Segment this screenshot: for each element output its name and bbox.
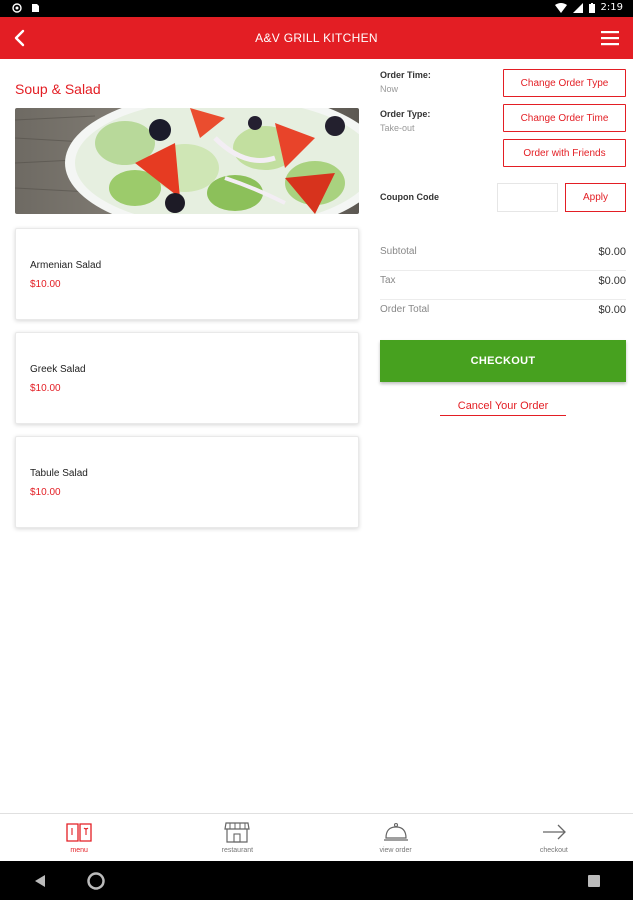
nav-label-view-order: view order [379,847,412,854]
change-order-time-button[interactable]: Change Order Time [503,104,626,132]
menu-item-name: Armenian Salad [30,260,102,271]
nav-item-checkout[interactable]: checkout [475,814,633,861]
menu-item-price: $10.00 [30,279,61,290]
wifi-icon [554,2,567,13]
order-total-row: Order Total $0.00 [380,300,626,329]
cancel-order-link[interactable]: Cancel Your Order [440,400,566,416]
category-image [15,108,359,214]
notification-icon [12,3,22,13]
system-navigation-bar [0,861,633,900]
order-with-friends-button[interactable]: Order with Friends [503,139,626,167]
menu-button[interactable] [597,25,623,51]
apply-coupon-button[interactable]: Apply [565,183,626,212]
storefront-icon [224,822,251,843]
system-back-button[interactable] [28,869,52,893]
subtotal-row: Subtotal $0.00 [380,242,626,271]
menu-item-card[interactable]: Greek Salad $10.00 [15,332,359,424]
system-recents-button[interactable] [582,869,606,893]
nav-item-menu[interactable]: menu [0,814,158,861]
nav-label-checkout: checkout [539,847,568,854]
arrow-right-icon [542,824,566,840]
nav-label-menu: menu [70,847,88,854]
hamburger-icon [601,31,619,46]
order-total-label: Order Total [380,304,430,315]
tax-label: Tax [380,275,396,286]
checkout-button[interactable]: CHECKOUT [380,340,626,382]
nav-item-restaurant[interactable]: restaurant [158,814,316,861]
menu-item-price: $10.00 [30,383,61,394]
menu-book-icon [66,823,92,842]
square-recents-icon [588,875,600,887]
change-order-type-button[interactable]: Change Order Type [503,69,626,97]
order-type-value: Take-out [380,123,415,133]
order-total-value: $0.00 [598,304,626,316]
menu-item-name: Greek Salad [30,364,86,375]
menu-item-card[interactable]: Tabule Salad $10.00 [15,436,359,528]
order-type-label: Order Type: [380,109,431,119]
tax-row: Tax $0.00 [380,271,626,300]
bottom-navigation: menu restaurant view order checkout [0,813,633,861]
subtotal-value: $0.00 [598,246,626,258]
sd-card-icon [32,4,39,12]
subtotal-label: Subtotal [380,246,417,257]
signal-icon [572,2,583,13]
order-time-label: Order Time: [380,70,431,80]
battery-icon [588,2,595,13]
coupon-code-label: Coupon Code [380,192,439,202]
app-bar: A&V GRILL KITCHEN [0,17,633,59]
triangle-back-icon [35,875,45,887]
nav-label-restaurant: restaurant [221,847,254,854]
menu-item-card[interactable]: Armenian Salad $10.00 [15,228,359,320]
status-time: 2:19 [600,2,623,13]
order-time-value: Now [380,84,399,94]
system-home-button[interactable] [84,869,108,893]
circle-home-icon [87,872,105,890]
nav-item-view-order[interactable]: view order [317,814,475,861]
coupon-code-input[interactable] [497,183,558,212]
menu-item-name: Tabule Salad [30,468,88,479]
status-bar: 2:19 [0,0,633,17]
tax-value: $0.00 [598,275,626,287]
app-title: A&V GRILL KITCHEN [255,31,378,45]
category-title: Soup & Salad [15,81,101,97]
cloche-icon [383,822,408,841]
menu-item-price: $10.00 [30,487,61,498]
